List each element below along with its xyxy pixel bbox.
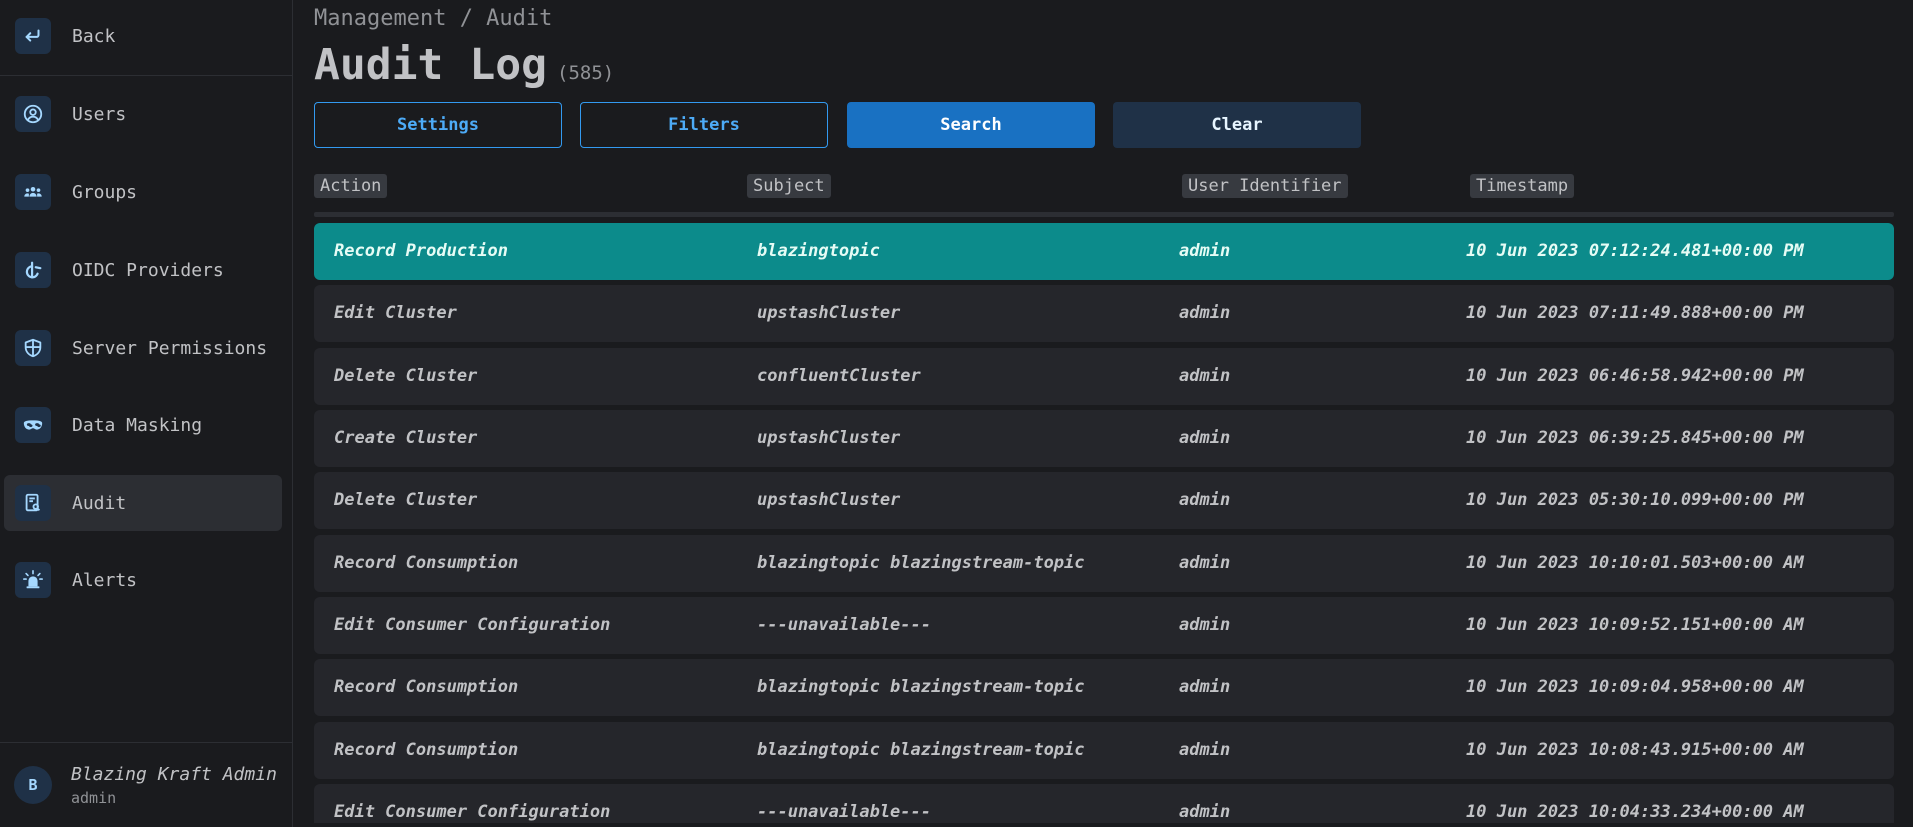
table-row[interactable]: Record Production blazingtopic admin 10 … (314, 223, 1894, 280)
avatar: B (14, 766, 52, 804)
cell-action: Record Consumption (334, 740, 519, 760)
cell-action: Edit Consumer Configuration (334, 615, 611, 635)
cell-user: admin (1179, 428, 1231, 448)
alarm-icon (15, 562, 51, 598)
cell-timestamp: 10 Jun 2023 07:11:49.888+00:00 PM (1466, 303, 1804, 323)
cell-subject: ---unavailable--- (757, 615, 931, 635)
cell-subject: blazingtopic blazingstream-topic (757, 553, 1085, 573)
cell-subject: upstashCluster (757, 428, 901, 448)
sidebar-item-users[interactable]: Users (4, 86, 282, 142)
cell-timestamp: 10 Jun 2023 10:04:33.234+00:00 AM (1466, 802, 1804, 822)
settings-button[interactable]: Settings (314, 102, 562, 148)
table-row[interactable]: Record Consumption blazingtopic blazings… (314, 535, 1894, 592)
cell-user: admin (1179, 615, 1231, 635)
table-row[interactable]: Record Consumption blazingtopic blazings… (314, 722, 1894, 779)
cell-user: admin (1179, 490, 1231, 510)
cell-subject: upstashCluster (757, 303, 901, 323)
title-row: Audit Log (585) (314, 40, 614, 90)
table-row[interactable]: Edit Cluster upstashCluster admin 10 Jun… (314, 285, 1894, 342)
back-label: Back (72, 25, 116, 47)
page-title: Audit Log (314, 40, 547, 90)
column-header-user-identifier[interactable]: User Identifier (1182, 174, 1348, 198)
header-divider (314, 212, 1894, 217)
cell-action: Record Consumption (334, 553, 519, 573)
sidebar-item-groups[interactable]: Groups (4, 164, 282, 220)
cell-timestamp: 10 Jun 2023 10:09:52.151+00:00 AM (1466, 615, 1804, 635)
cell-action: Edit Consumer Configuration (334, 802, 611, 822)
sidebar-item-label: Data Masking (72, 414, 203, 436)
user-info: Blazing Kraft Admin admin (71, 764, 277, 807)
cell-user: admin (1179, 241, 1231, 261)
audit-table-body: Record Production blazingtopic admin 10 … (314, 223, 1894, 823)
table-row[interactable]: Create Cluster upstashCluster admin 10 J… (314, 410, 1894, 467)
sidebar-item-label: Audit (72, 492, 127, 514)
cell-timestamp: 10 Jun 2023 07:12:24.481+00:00 PM (1466, 241, 1804, 261)
sidebar-item-server-permissions[interactable]: Server Permissions (4, 320, 282, 376)
cell-timestamp: 10 Jun 2023 10:09:04.958+00:00 AM (1466, 677, 1804, 697)
cell-action: Record Consumption (334, 677, 519, 697)
sidebar-item-oidc-providers[interactable]: OIDC Providers (4, 242, 282, 298)
cell-action: Delete Cluster (334, 490, 478, 510)
main-content: Management / Audit Audit Log (585) Setti… (293, 0, 1913, 827)
cell-action: Edit Cluster (334, 303, 457, 323)
table-row[interactable]: Delete Cluster upstashCluster admin 10 J… (314, 472, 1894, 529)
table-row[interactable]: Edit Consumer Configuration ---unavailab… (314, 597, 1894, 654)
column-header-timestamp[interactable]: Timestamp (1470, 174, 1575, 198)
cell-user: admin (1179, 366, 1231, 386)
cell-subject: upstashCluster (757, 490, 901, 510)
arrow-back-icon (15, 18, 51, 54)
cell-user: admin (1179, 303, 1231, 323)
search-button[interactable]: Search (847, 102, 1095, 148)
breadcrumb: Management / Audit (314, 6, 553, 31)
cell-timestamp: 10 Jun 2023 06:39:25.845+00:00 PM (1466, 428, 1804, 448)
sidebar-divider (0, 75, 292, 76)
cell-user: admin (1179, 677, 1231, 697)
report-icon (15, 485, 51, 521)
user-profile[interactable]: B Blazing Kraft Admin admin (0, 742, 292, 827)
table-row[interactable]: Record Consumption blazingtopic blazings… (314, 659, 1894, 716)
sidebar-item-label: Alerts (72, 569, 138, 591)
cell-timestamp: 10 Jun 2023 06:46:58.942+00:00 PM (1466, 366, 1804, 386)
column-header-subject[interactable]: Subject (747, 174, 831, 198)
cell-subject: ---unavailable--- (757, 802, 931, 822)
clear-button[interactable]: Clear (1113, 102, 1361, 148)
cell-action: Delete Cluster (334, 366, 478, 386)
cell-user: admin (1179, 740, 1231, 760)
cell-timestamp: 10 Jun 2023 10:10:01.503+00:00 AM (1466, 553, 1804, 573)
cell-action: Create Cluster (334, 428, 478, 448)
cell-subject: blazingtopic (757, 241, 880, 261)
column-header-action[interactable]: Action (314, 174, 388, 198)
table-row[interactable]: Delete Cluster confluentCluster admin 10… (314, 348, 1894, 405)
oidc-icon (15, 252, 51, 288)
cell-user: admin (1179, 802, 1231, 822)
filters-button[interactable]: Filters (580, 102, 828, 148)
sidebar-item-label: Server Permissions (72, 337, 268, 359)
sidebar: Back Users Groups OIDC Providers Server … (0, 0, 293, 827)
user-circle-icon (15, 96, 51, 132)
cell-timestamp: 10 Jun 2023 10:08:43.915+00:00 AM (1466, 740, 1804, 760)
sidebar-item-alerts[interactable]: Alerts (4, 552, 282, 608)
back-button[interactable]: Back (4, 8, 282, 64)
mask-icon (15, 407, 51, 443)
sidebar-item-label: Users (72, 103, 127, 125)
table-row[interactable]: Edit Consumer Configuration ---unavailab… (314, 784, 1894, 823)
sidebar-item-data-masking[interactable]: Data Masking (4, 397, 282, 453)
cell-subject: blazingtopic blazingstream-topic (757, 740, 1085, 760)
cell-subject: confluentCluster (757, 366, 921, 386)
cell-action: Record Production (334, 241, 508, 261)
sidebar-item-audit[interactable]: Audit (4, 475, 282, 531)
cell-user: admin (1179, 553, 1231, 573)
cell-subject: blazingtopic blazingstream-topic (757, 677, 1085, 697)
user-name: Blazing Kraft Admin (71, 763, 277, 785)
record-count: (585) (557, 62, 615, 84)
users-group-icon (15, 174, 51, 210)
shield-icon (15, 330, 51, 366)
sidebar-item-label: OIDC Providers (72, 259, 224, 281)
sidebar-item-label: Groups (72, 181, 138, 203)
cell-timestamp: 10 Jun 2023 05:30:10.099+00:00 PM (1466, 490, 1804, 510)
user-role: admin (71, 788, 117, 807)
